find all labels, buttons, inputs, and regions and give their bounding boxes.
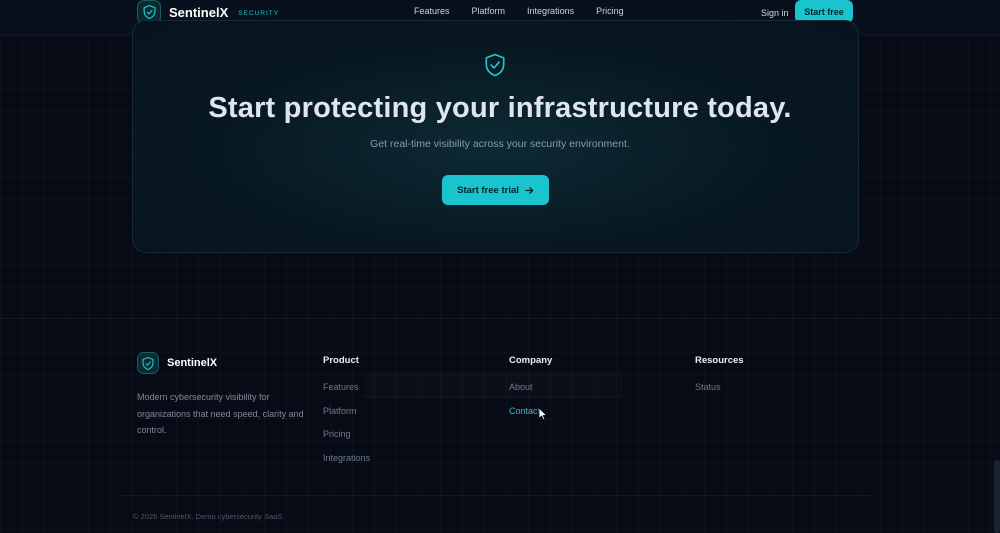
footer-column-title: Resources bbox=[695, 355, 744, 366]
cta-heading: Start protecting your infrastructure tod… bbox=[208, 92, 792, 124]
footer-link-pricing[interactable]: Pricing bbox=[323, 428, 370, 452]
nav-platform[interactable]: Platform bbox=[472, 6, 506, 16]
footer-link-about[interactable]: About bbox=[509, 381, 552, 405]
shield-icon bbox=[137, 352, 159, 374]
main-nav: Features Platform Integrations Pricing bbox=[414, 6, 624, 16]
footer-column-resources: Resources Status bbox=[695, 355, 744, 405]
footer-bottom-divider bbox=[120, 495, 872, 496]
footer-divider bbox=[0, 318, 1000, 319]
footer-column-product: Product Features Platform Pricing Integr… bbox=[323, 355, 370, 475]
footer-link-platform[interactable]: Platform bbox=[323, 405, 370, 429]
footer-brand-name: SentinelX bbox=[167, 357, 218, 369]
scrollbar-thumb[interactable] bbox=[994, 460, 1000, 533]
footer-link-integrations[interactable]: Integrations bbox=[323, 452, 370, 476]
footer-link-features[interactable]: Features bbox=[323, 381, 370, 405]
nav-features[interactable]: Features bbox=[414, 6, 450, 16]
brand-tagline: SECURITY bbox=[238, 10, 280, 17]
sign-in-link[interactable]: Sign in bbox=[761, 8, 789, 18]
footer-column-title: Product bbox=[323, 355, 359, 366]
mouse-cursor-icon bbox=[538, 407, 548, 421]
footer-column-title: Company bbox=[509, 355, 553, 366]
footer-link-status[interactable]: Status bbox=[695, 381, 744, 405]
brand-name: SentinelX bbox=[169, 4, 229, 20]
nav-pricing[interactable]: Pricing bbox=[596, 6, 624, 16]
link-hover-highlight bbox=[365, 372, 622, 399]
start-free-trial-label: Start free trial bbox=[457, 184, 519, 196]
nav-integrations[interactable]: Integrations bbox=[527, 6, 574, 16]
footer-brand[interactable]: SentinelX bbox=[137, 352, 217, 374]
copyright-text: © 2026 SentinelX. Demo cybersecurity Saa… bbox=[133, 512, 285, 521]
arrow-right-icon bbox=[525, 186, 534, 194]
start-free-trial-button[interactable]: Start free trial bbox=[442, 175, 549, 205]
footer-description: Modern cybersecurity visibility for orga… bbox=[137, 392, 304, 435]
cta-subtitle: Get real-time visibility across your sec… bbox=[370, 138, 630, 150]
shield-check-icon bbox=[485, 53, 505, 77]
